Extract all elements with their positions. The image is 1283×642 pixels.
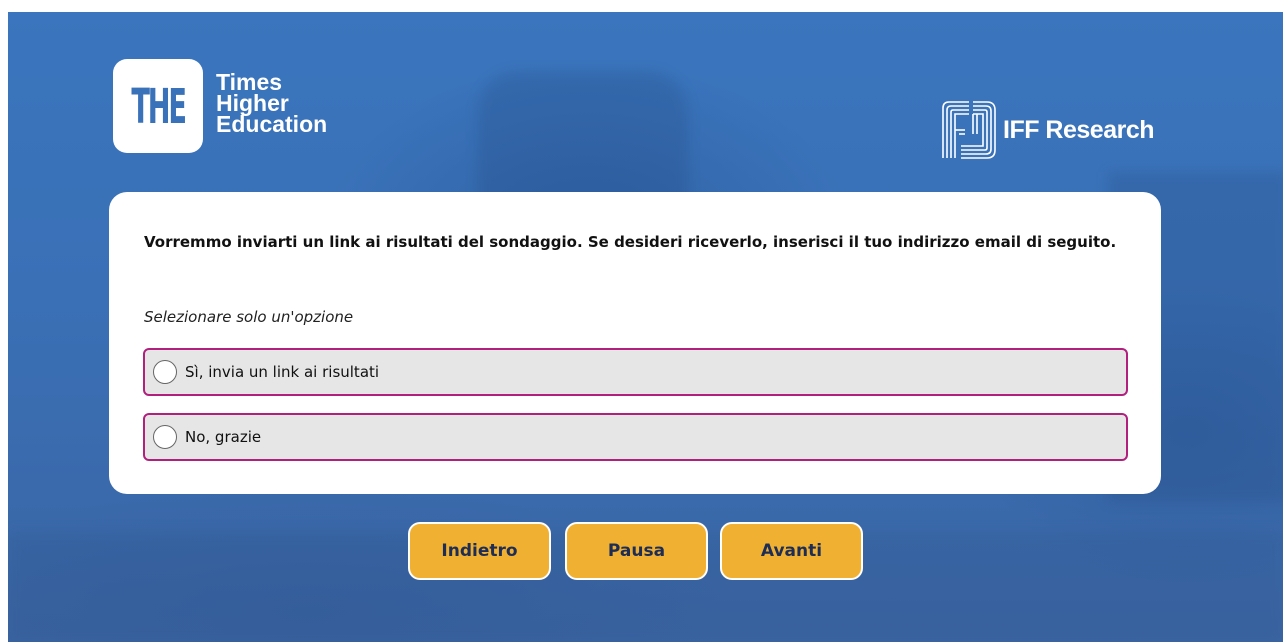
times-higher-education-logo: THE Times Higher Education — [113, 59, 327, 153]
the-logo-mark: THE — [113, 59, 203, 153]
survey-page: THE Times Higher Education IFF Research … — [8, 12, 1283, 642]
option-yes-send-link[interactable]: Sì, invia un link ai risultati — [143, 348, 1128, 396]
back-button[interactable]: Indietro — [408, 522, 551, 580]
option-no-thanks[interactable]: No, grazie — [143, 413, 1128, 461]
instruction-text: Selezionare solo un'opzione — [144, 308, 354, 326]
the-logo-mark-text: THE — [131, 77, 187, 135]
question-card: Vorremmo inviarti un link ai risultati d… — [109, 192, 1161, 494]
iff-research-logo: IFF Research — [939, 100, 1155, 160]
pause-button[interactable]: Pausa — [565, 522, 708, 580]
the-logo-word: Education — [216, 110, 328, 137]
iff-logo-text: IFF Research — [1003, 115, 1155, 144]
radio-button-icon[interactable] — [153, 425, 177, 449]
next-button[interactable]: Avanti — [720, 522, 863, 580]
option-label: No, grazie — [185, 428, 262, 446]
radio-button-icon[interactable] — [153, 360, 177, 384]
the-logo-wordmark: Times Higher Education — [216, 70, 328, 137]
iff-logo-icon — [942, 101, 996, 159]
question-text: Vorremmo inviarti un link ai risultati d… — [144, 233, 1117, 251]
option-label: Sì, invia un link ai risultati — [185, 363, 380, 381]
